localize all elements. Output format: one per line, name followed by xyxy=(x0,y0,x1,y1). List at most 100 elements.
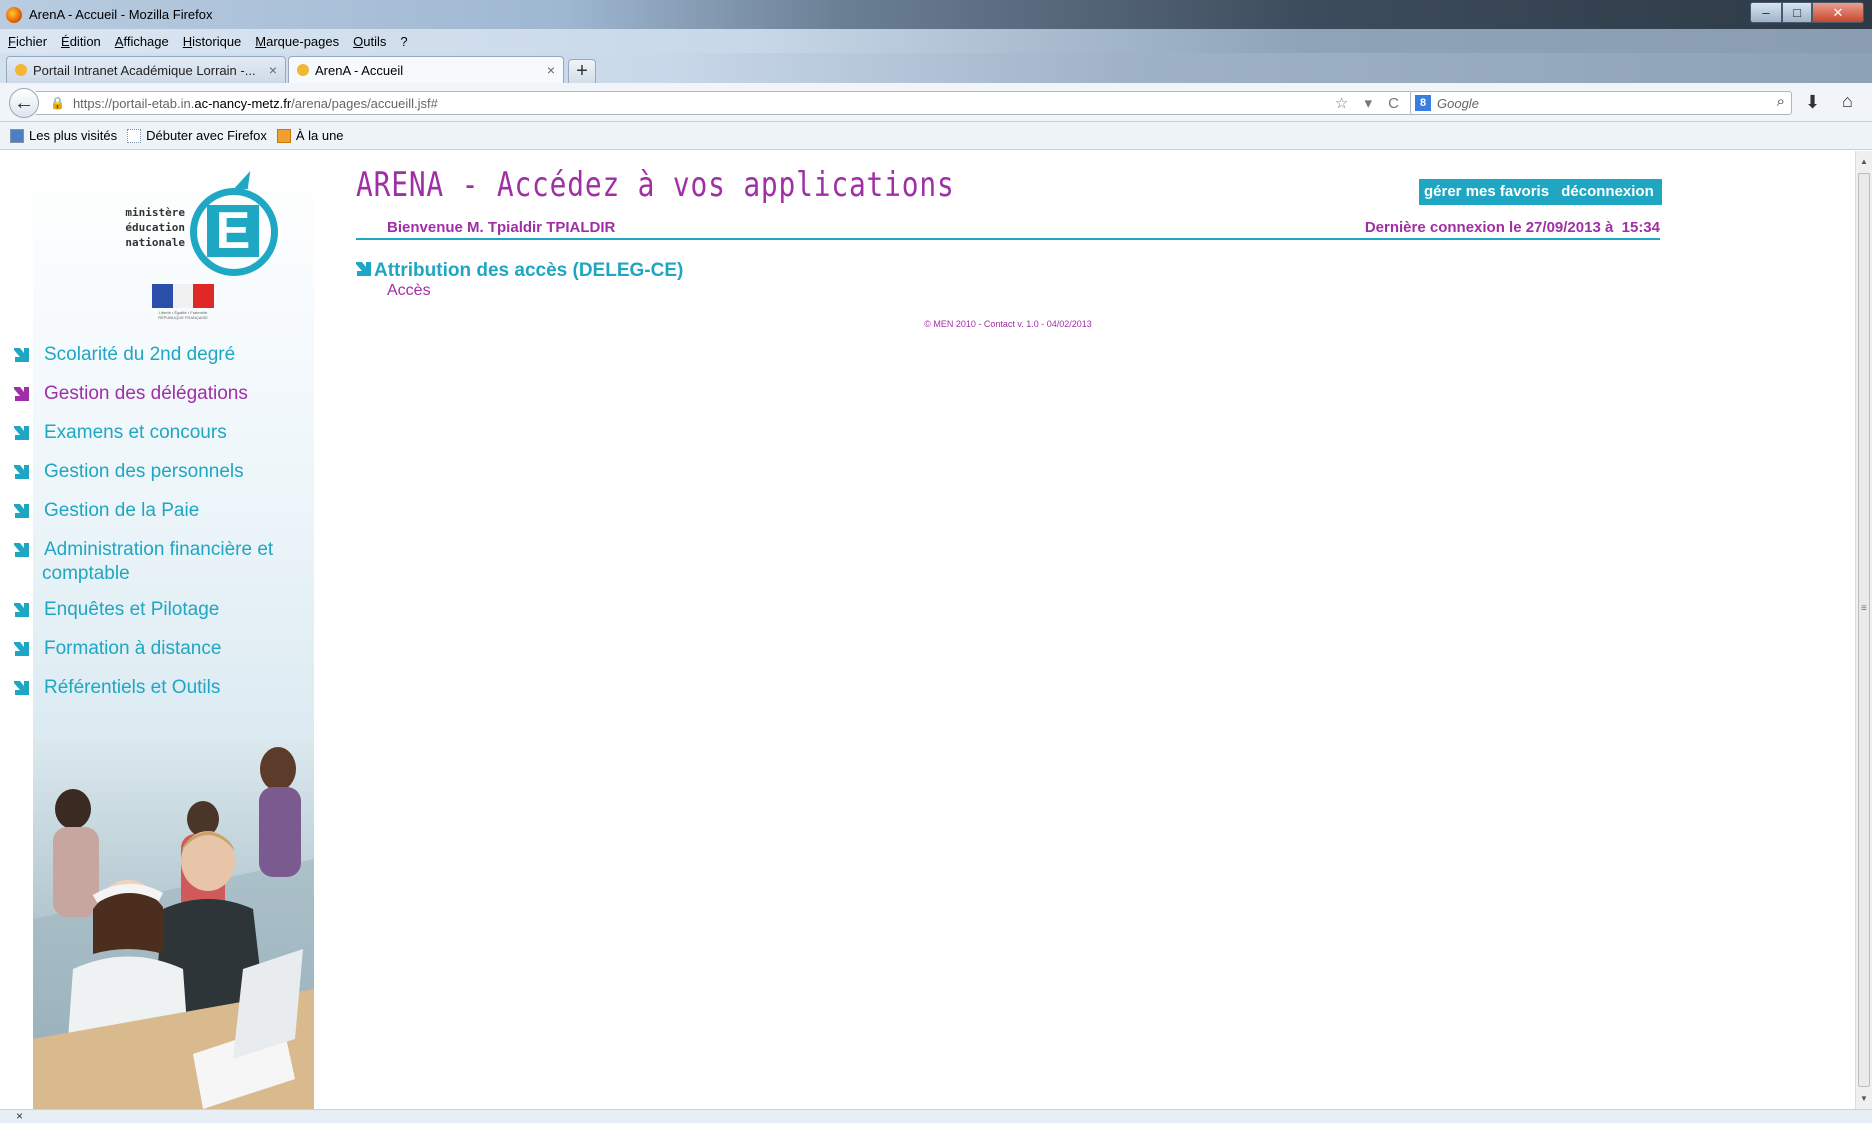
sidebar-item-8[interactable]: Référentiels et Outils xyxy=(14,676,314,700)
menu-fichier[interactable]: Fichier xyxy=(8,34,47,49)
url-domain: ac-nancy-metz.fr xyxy=(194,95,292,111)
footer: © MEN 2010 - Contact v. 1.0 - 04/02/2013 xyxy=(356,319,1660,329)
sidebar-item-label: Examens et concours xyxy=(44,422,227,443)
menu-help[interactable]: ? xyxy=(400,34,407,49)
search-input[interactable]: 8 Google ⌕ xyxy=(1410,91,1792,115)
download-icon[interactable]: ⬇ xyxy=(1805,92,1820,113)
logo-line: nationale xyxy=(125,236,185,249)
marianne-flag-logo xyxy=(152,284,215,308)
logo-accent xyxy=(233,171,255,189)
arrow-icon xyxy=(14,503,30,519)
search-placeholder: Google xyxy=(1437,95,1479,111)
sidebar-item-2[interactable]: Examens et concours xyxy=(14,421,314,445)
tab-close-icon[interactable]: × xyxy=(269,62,277,78)
scroll-grip-icon: ≡ xyxy=(1861,603,1867,614)
sidebar-item-7[interactable]: Formation à distance xyxy=(14,637,314,661)
tab-label: Portail Intranet Académique Lorrain -... xyxy=(33,62,256,78)
tab-favicon-icon xyxy=(15,64,27,76)
logo-line: ministère xyxy=(125,206,185,219)
footer-copyright: © MEN 2010 - xyxy=(924,319,984,329)
lock-icon: 🔒 xyxy=(50,96,65,110)
app-title: Attribution des accès (DELEG-CE) xyxy=(374,260,684,281)
arrow-icon xyxy=(356,261,372,277)
minimize-button[interactable]: – xyxy=(1750,2,1782,23)
manage-favorites-button[interactable]: gérer mes favoris xyxy=(1419,179,1555,205)
sidebar-item-label: Gestion de la Paie xyxy=(44,500,200,521)
tab-bar: Portail Intranet Académique Lorrain -...… xyxy=(0,53,1872,83)
menu-edition[interactable]: Édition xyxy=(61,34,101,49)
window-titlebar: ArenA - Accueil - Mozilla Firefox – □ ✕ xyxy=(0,0,1872,29)
sidebar-item-6[interactable]: Enquêtes et Pilotage xyxy=(14,598,314,622)
tab-label: ArenA - Accueil xyxy=(315,62,404,78)
ministry-logo: ministère éducation nationale E xyxy=(115,171,285,276)
bookmarks-toolbar: Les plus visités Débuter avec Firefox À … xyxy=(0,122,1872,150)
back-button[interactable]: ← xyxy=(9,88,39,118)
sidebar-item-label: Formation à distance xyxy=(44,638,222,659)
search-icon[interactable]: ⌕ xyxy=(1777,93,1785,110)
sidebar-item-4[interactable]: Gestion de la Paie xyxy=(14,499,314,523)
url-bar[interactable]: 🔒 https://portail-etab.in. ac-nancy-metz.… xyxy=(36,91,1414,115)
contact-link[interactable]: Contact xyxy=(984,319,1015,329)
footer-version: v. 1.0 - 04/02/2013 xyxy=(1014,319,1092,329)
scrollbar-thumb[interactable] xyxy=(1858,173,1870,1087)
sidebar-item-1[interactable]: Gestion des délégations xyxy=(14,382,314,406)
close-findbar-icon[interactable]: × xyxy=(16,1109,23,1123)
home-icon[interactable]: ⌂ xyxy=(1842,91,1853,112)
tab-arena[interactable]: ArenA - Accueil × xyxy=(288,56,564,83)
arrow-icon xyxy=(14,425,30,441)
bookmark-label: À la une xyxy=(295,128,344,143)
logout-button[interactable]: déconnexion xyxy=(1553,179,1662,205)
sidebar-item-label: Gestion des personnels xyxy=(44,461,244,482)
url-path: /arena/pages/accueill.jsf# xyxy=(291,95,438,111)
back-arrow-icon: ← xyxy=(14,91,34,114)
welcome-text: Bienvenue M. Tpialdir TPIALDIR xyxy=(387,219,616,236)
arrow-icon xyxy=(14,680,30,696)
bookmark-star-reload-icons[interactable]: ☆ ▾ C xyxy=(1335,94,1405,112)
sidebar-item-label-cont: comptable xyxy=(42,563,130,584)
menu-affichage[interactable]: Affichage xyxy=(115,34,169,49)
most-visited-icon xyxy=(10,128,24,143)
new-tab-button[interactable]: + xyxy=(568,59,596,83)
menu-marque-pages[interactable]: Marque-pages xyxy=(255,34,339,49)
app-deleg-ce-link[interactable]: Attribution des accès (DELEG-CE) xyxy=(356,260,683,282)
tab-favicon-icon xyxy=(297,64,309,76)
scroll-down-icon[interactable]: ▼ xyxy=(1860,1094,1868,1103)
page-title: ARENA - Accédez à vos applications xyxy=(356,165,955,205)
vertical-scrollbar[interactable]: ▲ ≡ ▼ xyxy=(1855,151,1872,1109)
sidebar-item-5[interactable]: Administration financière et comptable xyxy=(14,538,314,586)
sidebar-item-3[interactable]: Gestion des personnels xyxy=(14,460,314,484)
classroom-photo xyxy=(33,739,314,1109)
app-access-link[interactable]: Accès xyxy=(387,282,431,300)
arrow-icon xyxy=(14,347,30,363)
arrow-icon xyxy=(14,602,30,618)
maximize-button[interactable]: □ xyxy=(1782,2,1812,23)
bookmark-label: Débuter avec Firefox xyxy=(146,128,267,143)
rss-feed-icon xyxy=(276,128,291,143)
logo-line: éducation xyxy=(125,221,185,234)
sidebar-item-label: Enquêtes et Pilotage xyxy=(44,599,220,620)
close-window-button[interactable]: ✕ xyxy=(1812,2,1864,23)
menu-historique[interactable]: Historique xyxy=(183,34,242,49)
tab-close-icon[interactable]: × xyxy=(547,62,555,78)
status-bar: × xyxy=(0,1109,1872,1123)
search-engine-icon[interactable]: 8 xyxy=(1415,95,1431,111)
header-divider xyxy=(356,238,1660,240)
arrow-icon xyxy=(14,542,30,558)
bookmark-getting-started[interactable]: Débuter avec Firefox xyxy=(127,128,267,143)
scroll-up-icon[interactable]: ▲ xyxy=(1860,157,1868,166)
window-title: ArenA - Accueil - Mozilla Firefox xyxy=(29,7,213,22)
bookmark-most-visited[interactable]: Les plus visités xyxy=(10,128,117,143)
logo-words: ministère éducation nationale xyxy=(115,205,185,250)
page-viewport: ministère éducation nationale E Liberté … xyxy=(0,151,1855,1109)
logo-letter: E xyxy=(207,205,259,257)
marianne-caption: Liberté • Égalité • Fraternité RÉPUBLIQU… xyxy=(158,310,208,320)
sidebar-item-label: Administration financière et xyxy=(44,539,274,560)
tab-portail[interactable]: Portail Intranet Académique Lorrain -...… xyxy=(6,56,286,83)
menu-outils[interactable]: Outils xyxy=(353,34,386,49)
bookmark-headlines[interactable]: À la une xyxy=(276,128,344,143)
sidebar-item-0[interactable]: Scolarité du 2nd degré xyxy=(14,343,314,367)
sidebar-item-label: Référentiels et Outils xyxy=(44,677,221,698)
arrow-icon xyxy=(14,464,30,480)
arrow-icon xyxy=(14,641,30,657)
arrow-icon xyxy=(14,386,30,402)
